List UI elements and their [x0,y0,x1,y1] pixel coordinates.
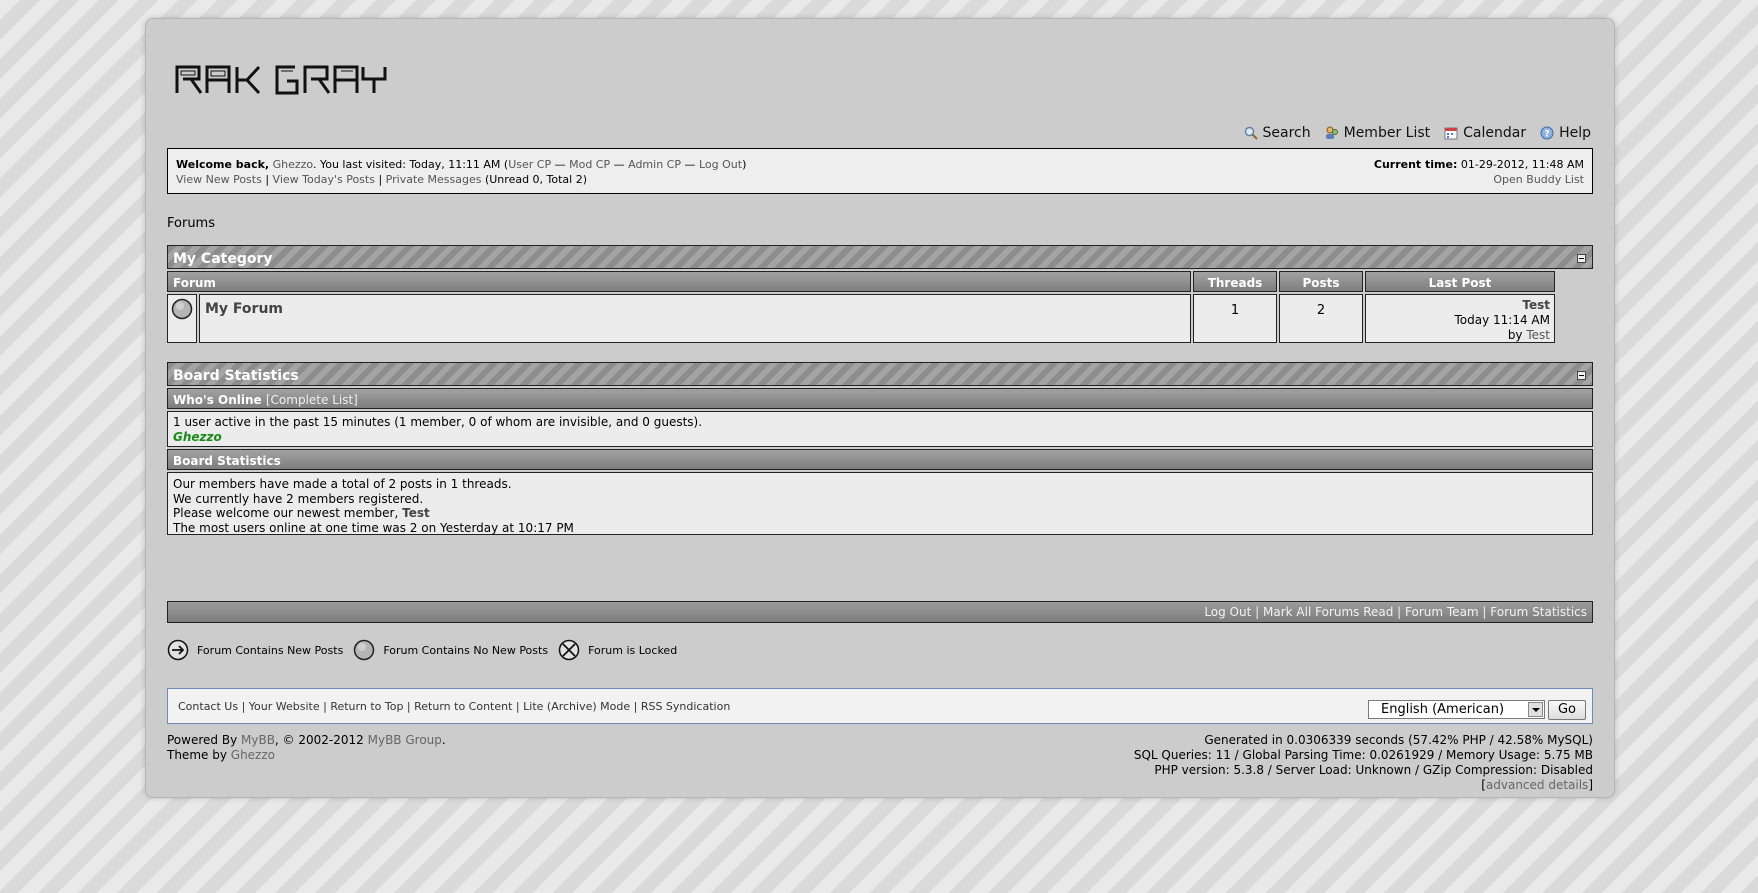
col-header-posts: Posts [1279,271,1363,292]
board-stats-subheader: Board Statistics [167,449,1593,470]
board-stats-title: Board Statistics [173,368,299,384]
mybb-link[interactable]: MyBB [241,733,275,747]
admin-cp-link[interactable]: Admin CP [628,158,681,171]
member-list-icon [1325,126,1338,139]
current-time: Current time: 01-29-2012, 11:48 AM [1373,158,1584,171]
forum-statistics-link[interactable]: Forum Statistics [1490,605,1587,619]
advanced-details-link[interactable]: advanced details [1486,778,1588,792]
forum-name-cell: My Forum [199,294,1191,343]
board-footer-links: Log Out | Mark All Forums Read | Forum T… [167,601,1593,623]
view-new-posts-link[interactable]: View New Posts [176,173,262,186]
lastpost-user-link[interactable]: Test [1526,328,1550,342]
forum-legend: Forum Contains New Posts Forum Contains … [167,639,687,661]
bottom-links: Contact Us | Your Website | Return to To… [178,700,731,713]
online-summary: 1 user active in the past 15 minutes (1 … [173,415,703,429]
collapse-icon[interactable] [1577,254,1586,263]
menu-help[interactable]: ? Help [1540,125,1591,141]
mod-cp-link[interactable]: Mod CP [569,158,610,171]
chevron-down-icon[interactable] [1528,702,1543,717]
powered-by: Powered By MyBB, © 2002-2012 MyBB Group.… [167,733,446,762]
whos-online-body: 1 user active in the past 15 minutes (1 … [167,411,1593,447]
contact-us-link[interactable]: Contact Us [178,700,238,713]
logo-image [175,65,387,95]
menu-member-list[interactable]: Member List [1325,125,1430,141]
lastpost-time: Today 11:14 AM [1454,313,1550,327]
welcome-line: Welcome back, Ghezzo. You last visited: … [176,158,747,171]
user-cp-link[interactable]: User CP [508,158,551,171]
help-icon: ? [1540,126,1554,140]
last-visit-text: . You last visited: Today, 11:11 AM ( [312,158,509,171]
pm-counts: (Unread 0, Total 2) [484,173,588,186]
lastpost-thread-link[interactable]: Test [1366,298,1550,313]
lite-mode-link[interactable]: Lite (Archive) Mode [523,700,630,713]
newest-member-link[interactable]: Test [402,506,430,520]
online-user-link[interactable]: Ghezzo [173,430,1587,445]
bottom-bar: Contact Us | Your Website | Return to To… [167,688,1593,724]
col-header-threads: Threads [1193,271,1277,292]
rss-link[interactable]: RSS Syndication [641,700,730,713]
view-todays-posts-link[interactable]: View Today's Posts [273,173,375,186]
col-header-forum: Forum [167,271,1191,292]
return-to-top-link[interactable]: Return to Top [330,700,403,713]
your-website-link[interactable]: Your Website [249,700,320,713]
menu-calendar[interactable]: Calendar [1444,125,1526,141]
username-link[interactable]: Ghezzo [273,158,313,171]
private-messages-link[interactable]: Private Messages [386,173,482,186]
forum-status-cell [167,294,197,343]
mark-all-read-link[interactable]: Mark All Forums Read [1263,605,1393,619]
current-time-value: 01-29-2012, 11:48 AM [1460,158,1584,171]
forum-posts-cell: 2 [1279,294,1363,343]
board-stats-header: Board Statistics [167,362,1593,386]
calendar-icon [1444,127,1458,140]
board-logo[interactable] [173,59,413,99]
col-header-lastpost: Last Post [1365,271,1555,292]
forum-threads-cell: 1 [1193,294,1277,343]
breadcrumb[interactable]: Forums [167,216,215,231]
debug-info: Generated in 0.0306339 seconds (57.42% P… [1133,733,1593,792]
forum-link[interactable]: My Forum [205,301,283,317]
theme-author-link[interactable]: Ghezzo [231,748,275,762]
complete-list-link[interactable]: [Complete List] [266,393,358,407]
return-to-content-link[interactable]: Return to Content [414,700,512,713]
svg-text:?: ? [1544,130,1549,140]
forum-lastpost-cell: Test Today 11:14 AM by Test [1365,294,1555,343]
no-new-posts-icon [354,639,375,661]
top-menu: Search Member List Calendar ? Help [1244,125,1591,141]
search-icon [1244,126,1258,140]
welcome-label: Welcome back, [176,158,270,171]
welcome-panel: Welcome back, Ghezzo. You last visited: … [167,148,1593,194]
open-buddy-list-link[interactable]: Open Buddy List [1493,173,1584,186]
quick-links: View New Posts | View Today's Posts | Pr… [176,173,588,186]
locked-icon [558,639,580,661]
forum-no-new-posts-icon [171,298,193,320]
page-container: Search Member List Calendar ? Help Welco… [145,18,1615,798]
collapse-icon[interactable] [1577,371,1586,380]
language-select[interactable]: English (American) [1368,700,1545,719]
whos-online-header: Who's Online [Complete List] [167,388,1593,409]
mybb-group-link[interactable]: MyBB Group [368,733,442,747]
category-header: My Category [167,245,1593,269]
category-title[interactable]: My Category [173,251,273,267]
footer-logout-link[interactable]: Log Out [1204,605,1251,619]
language-go-button[interactable]: Go [1548,700,1586,720]
board-stats-body: Our members have made a total of 2 posts… [167,472,1593,535]
logout-link[interactable]: Log Out [699,158,742,171]
forum-team-link[interactable]: Forum Team [1405,605,1479,619]
new-posts-icon [167,639,189,661]
menu-search[interactable]: Search [1244,125,1311,141]
